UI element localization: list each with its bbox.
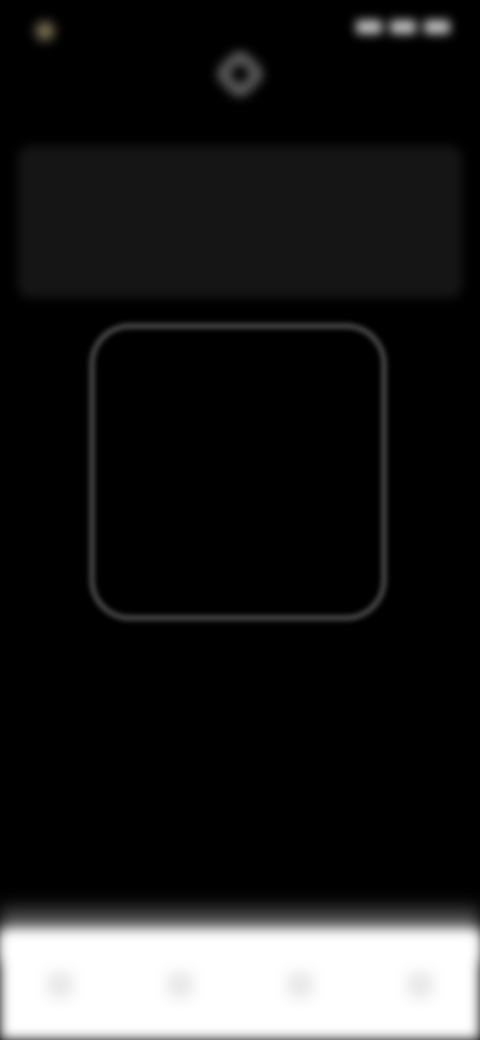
info-card xyxy=(18,146,462,298)
camera-scan-icon[interactable] xyxy=(218,52,262,96)
status-bar xyxy=(0,0,480,60)
battery-icon xyxy=(424,20,450,34)
nav-item-3[interactable] xyxy=(280,961,320,1009)
bottom-nav xyxy=(0,950,480,1020)
nav-item-2[interactable] xyxy=(160,961,200,1009)
nav-icon-1 xyxy=(47,972,73,998)
signal-icon xyxy=(356,20,382,34)
nav-icon-4 xyxy=(407,972,433,998)
nav-item-4[interactable] xyxy=(400,961,440,1009)
camera-scan-icon-graphic xyxy=(220,54,260,94)
notification-dot-icon xyxy=(36,22,54,40)
nav-item-1[interactable] xyxy=(40,961,80,1009)
scan-viewfinder-frame xyxy=(90,324,386,620)
nav-icon-2 xyxy=(167,972,193,998)
scanner-screen xyxy=(0,0,480,1040)
status-icons xyxy=(356,20,450,34)
nav-icon-3 xyxy=(287,972,313,998)
wifi-icon xyxy=(390,20,416,34)
